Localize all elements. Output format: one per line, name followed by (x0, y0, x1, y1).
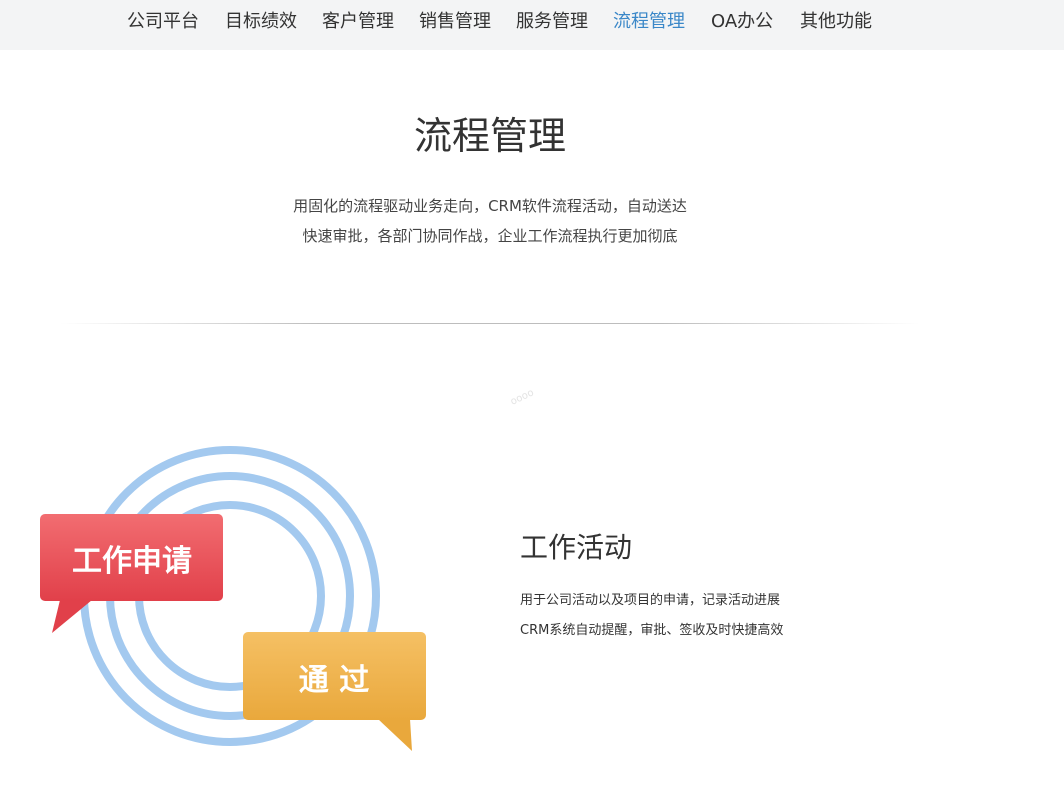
nav-item-company-platform[interactable]: 公司平台 (127, 9, 199, 35)
bubble-orange-text: 通 过 (299, 663, 369, 698)
section-divider (60, 323, 920, 324)
watermark: oooo (508, 387, 536, 408)
nav-item-customer-management[interactable]: 客户管理 (322, 9, 394, 35)
top-navigation: 公司平台 目标绩效 客户管理 销售管理 服务管理 流程管理 OA办公 其他功能 (0, 0, 1064, 50)
feature-title: 工作活动 (520, 531, 633, 564)
page-title: 流程管理 (413, 114, 566, 158)
feature-description-line-1: 用于公司活动以及项目的申请，记录活动进展 (520, 593, 781, 608)
nav-item-other-functions[interactable]: 其他功能 (800, 9, 872, 35)
workflow-illustration: 工作申请 通 过 (40, 446, 426, 751)
nav-item-process-management[interactable]: 流程管理 (613, 9, 685, 35)
feature-description-line-2: CRM系统自动提醒，审批、签收及时快捷高效 (520, 623, 784, 638)
bubble-red-text: 工作申请 (72, 544, 192, 579)
hero-description-line-2: 快速审批，各部门协同作战，企业工作流程执行更加彻底 (302, 227, 678, 245)
nav-item-goal-performance[interactable]: 目标绩效 (225, 9, 297, 35)
nav-item-oa-office[interactable]: OA办公 (711, 9, 773, 35)
nav-item-sales-management[interactable]: 销售管理 (419, 9, 491, 35)
nav-item-service-management[interactable]: 服务管理 (516, 9, 588, 35)
hero-description-line-1: 用固化的流程驱动业务走向，CRM软件流程活动，自动送达 (293, 197, 687, 215)
red-speech-bubble: 工作申请 (40, 514, 223, 633)
